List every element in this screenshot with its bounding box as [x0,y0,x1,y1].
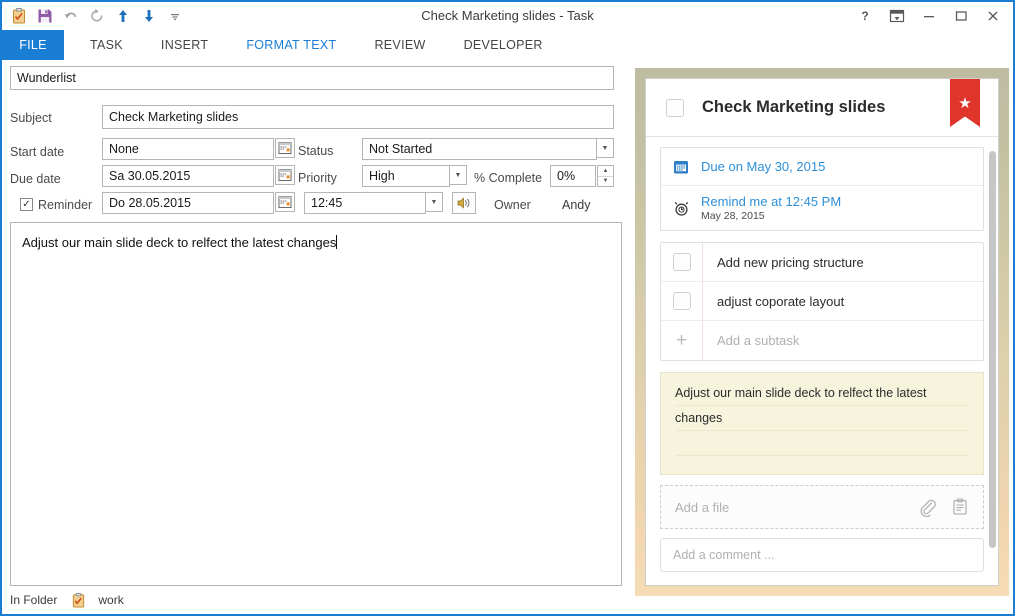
list-item[interactable]: Add new pricing structure [661,243,983,282]
reminder-label: Reminder [38,198,92,212]
in-folder-label: In Folder [10,593,57,607]
subject-input[interactable] [102,105,614,129]
priority-select[interactable] [362,165,450,187]
due-date-row[interactable]: Due on May 30, 2015 [661,148,983,186]
add-subtask-row[interactable]: + Add a subtask [661,321,983,360]
start-date-label: Start date [10,145,64,159]
folder-task-icon [71,593,86,608]
priority-label: Priority [298,171,337,185]
stepper-up-icon[interactable]: ▲ [598,166,613,177]
subject-label: Subject [10,111,52,125]
reminder-sound-icon[interactable] [452,192,476,214]
wunderlist-panel: Check Marketing slides ★ [635,68,1009,596]
help-button[interactable]: ? [849,3,881,29]
alarm-clock-icon [673,200,701,217]
tab-file[interactable]: FILE [2,30,64,60]
wunderlist-body: Due on May 30, 2015 Remind [646,137,998,572]
note-line: changes [675,406,969,431]
wunderlist-header: Check Marketing slides ★ [646,79,998,137]
close-button[interactable] [977,3,1009,29]
reminder-time-chevron-down-icon[interactable]: ▼ [426,192,443,212]
comment-wrap: Add a comment ... [660,538,984,572]
panel-scrollbar[interactable] [989,151,996,548]
status-chevron-down-icon[interactable]: ▼ [597,138,614,158]
owner-label: Owner [494,198,531,212]
subtask-checkbox[interactable] [661,282,703,320]
folder-name: work [98,593,123,607]
due-date-calendar-icon[interactable] [275,165,295,185]
text-caret [336,235,337,249]
wunderlist-card: Check Marketing slides ★ [645,78,999,586]
percent-complete-label: % Complete [474,171,542,185]
ribbon-display-options-button[interactable] [881,3,913,29]
percent-complete-stepper[interactable]: ▲ ▼ [597,165,614,187]
clipboard-icon[interactable] [951,498,969,516]
reminder-date-calendar-icon[interactable] [275,192,295,212]
svg-text:?: ? [861,9,868,23]
reminder-date-input[interactable] [102,192,274,214]
tab-review[interactable]: REVIEW [360,30,439,60]
title-bar: Check Marketing slides - Task ? [2,2,1013,30]
start-date-input[interactable] [102,138,274,160]
task-window: Check Marketing slides - Task ? [0,0,1015,616]
subtask-label: Add new pricing structure [703,243,864,281]
add-file-dropzone[interactable]: Add a file [660,485,984,529]
tab-insert[interactable]: INSERT [147,30,222,60]
due-date-text: Due on May 30, 2015 [701,159,825,174]
list-item[interactable]: adjust coporate layout [661,282,983,321]
schedule-group: Due on May 30, 2015 Remind [660,147,984,231]
maximize-button[interactable] [945,3,977,29]
status-select[interactable] [362,138,597,160]
due-date-label: Due date [10,172,61,186]
task-body-text: Adjust our main slide deck to relfect th… [22,235,336,250]
due-date-input[interactable] [102,165,274,187]
add-file-placeholder: Add a file [675,500,904,515]
percent-complete-input[interactable] [550,165,596,187]
list-name-input[interactable] [10,66,614,90]
priority-chevron-down-icon[interactable]: ▼ [450,165,467,185]
note-line [675,456,969,475]
note-line [675,431,969,456]
minimize-button[interactable] [913,3,945,29]
reminder-row[interactable]: Remind me at 12:45 PM May 28, 2015 [661,186,983,230]
owner-value: Andy [562,198,591,212]
status-label: Status [298,144,333,158]
paperclip-icon[interactable] [918,498,937,517]
tab-developer[interactable]: DEVELOPER [450,30,557,60]
add-comment-input[interactable]: Add a comment ... [660,538,984,572]
stepper-down-icon[interactable]: ▼ [598,177,613,187]
task-complete-checkbox[interactable] [666,99,684,117]
window-controls: ? [849,2,1009,30]
tab-task[interactable]: TASK [76,30,137,60]
calendar-icon [673,159,701,175]
add-subtask-placeholder: Add a subtask [703,321,799,360]
subtask-checkbox[interactable] [661,243,703,281]
wunderlist-task-title: Check Marketing slides [702,98,885,117]
note-line: Adjust our main slide deck to relfect th… [675,381,969,406]
reminder-text: Remind me at 12:45 PM [701,194,841,209]
plus-icon[interactable]: + [661,321,703,360]
reminder-date-text: May 28, 2015 [701,210,841,222]
tab-format-text[interactable]: FORMAT TEXT [232,30,350,60]
ribbon-tabs: FILE TASK INSERT FORMAT TEXT REVIEW DEVE… [2,30,1013,60]
star-icon[interactable]: ★ [950,79,980,127]
note-area[interactable]: Adjust our main slide deck to relfect th… [660,372,984,475]
start-date-calendar-icon[interactable] [275,138,295,158]
subtask-label: adjust coporate layout [703,282,844,320]
reminder-time-select[interactable] [304,192,426,214]
subtask-group: Add new pricing structure adjust coporat… [660,242,984,361]
task-body-editor[interactable]: Adjust our main slide deck to relfect th… [10,222,622,586]
reminder-checkbox[interactable]: ✓ [20,198,33,211]
